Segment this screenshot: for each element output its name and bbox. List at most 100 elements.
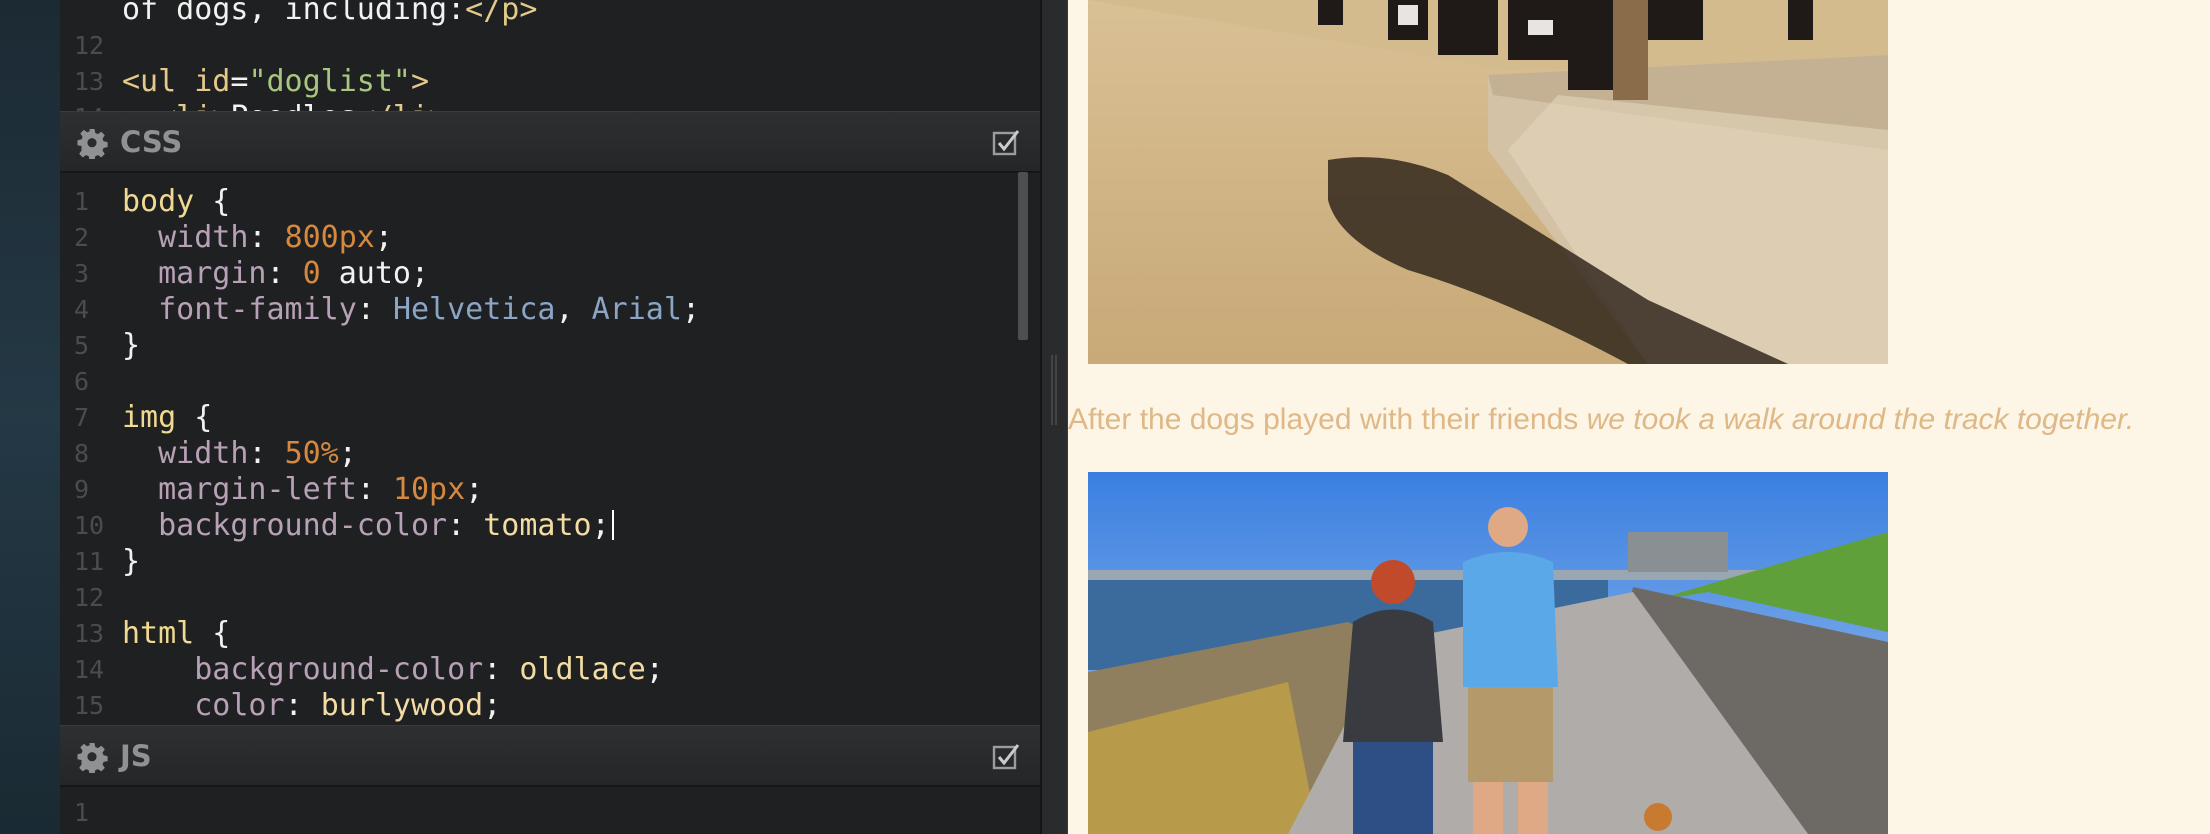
code-token: body xyxy=(122,184,195,219)
code-token: auto; xyxy=(320,256,430,291)
code-token: : xyxy=(284,688,321,723)
code-token: : xyxy=(266,256,303,291)
checkbox-icon[interactable] xyxy=(992,129,1020,157)
couple-walking-photo xyxy=(1088,472,1888,834)
code-token: : xyxy=(447,508,484,543)
resize-grip-icon[interactable] xyxy=(1051,355,1057,425)
code-text: <ul id="doglist"> xyxy=(122,64,429,100)
code-token: } xyxy=(122,544,141,579)
code-token: : xyxy=(248,220,285,255)
code-text: img { xyxy=(122,400,212,436)
code-token: img xyxy=(122,400,177,435)
line-number: 6 xyxy=(74,367,90,396)
code-line[interactable]: 11} xyxy=(60,544,1040,580)
code-text: html { xyxy=(122,616,230,652)
line-number: 12 xyxy=(74,31,105,60)
code-token: tomato xyxy=(483,508,592,543)
code-text: body { xyxy=(122,184,230,220)
code-token: : xyxy=(483,652,520,687)
code-line[interactable]: 12 xyxy=(60,580,1040,616)
dogs-photo xyxy=(1088,0,1888,364)
code-text: background-color: oldlace; xyxy=(122,652,664,688)
code-token: : xyxy=(356,292,393,327)
code-token: 50% xyxy=(284,436,339,471)
code-text: } xyxy=(122,544,140,580)
code-line[interactable]: of dogs, including:</p> xyxy=(60,0,1040,28)
code-line[interactable]: 8 width: 50%; xyxy=(60,436,1040,472)
code-text: } xyxy=(122,328,140,364)
line-number: 1 xyxy=(74,798,90,827)
code-line[interactable]: 14 background-color: oldlace; xyxy=(60,652,1040,688)
code-line[interactable]: 10 background-color: tomato; xyxy=(60,508,1040,544)
code-text: width: 800px; xyxy=(122,220,393,256)
code-line[interactable]: 7 img { xyxy=(60,400,1040,436)
code-token: margin xyxy=(122,256,267,291)
code-token: , xyxy=(555,292,592,327)
code-token: <ul xyxy=(122,64,195,99)
code-line[interactable]: 5} xyxy=(60,328,1040,364)
code-token: = xyxy=(230,64,249,99)
code-token: ; xyxy=(645,652,664,687)
code-token: 10px xyxy=(392,472,466,507)
desktop-background xyxy=(0,0,60,834)
css-panel-title: CSS xyxy=(120,125,183,159)
code-line[interactable]: 3 margin: 0 auto; xyxy=(60,256,1040,292)
css-code-area[interactable]: 1 body {2 width: 800px; 3 margin: 0 auto; 4… xyxy=(60,184,1040,724)
code-line[interactable]: 13 html { xyxy=(60,616,1040,652)
code-line[interactable]: 13 <ul id="doglist"> xyxy=(60,64,1040,100)
code-token: font-family xyxy=(122,292,357,327)
code-token: burlywood xyxy=(320,688,484,723)
code-token: 800px xyxy=(284,220,375,255)
js-panel-header: JS xyxy=(60,725,1040,787)
code-text: of dogs, including:</p> xyxy=(122,0,537,28)
code-token: { xyxy=(176,400,213,435)
code-text: font-family: Helvetica, Arial; xyxy=(122,292,700,328)
code-token: id xyxy=(194,64,231,99)
code-line[interactable]: 1 xyxy=(60,795,1040,831)
code-token: background-color xyxy=(122,652,484,687)
css-panel-header: CSS xyxy=(60,111,1040,173)
js-panel-title: JS xyxy=(120,739,152,773)
code-text: width: 50%; xyxy=(122,436,357,472)
code-editor: of dogs, including:</p> 12 13 <ul id="dogli… xyxy=(60,0,1040,834)
code-token: { xyxy=(194,616,231,651)
code-token: </p> xyxy=(465,0,538,27)
code-token: oldlace xyxy=(519,652,646,687)
code-token: "doglist" xyxy=(248,64,411,99)
code-token: 0 xyxy=(302,256,321,291)
code-line[interactable]: 4 font-family: Helvetica, Arial; xyxy=(60,292,1040,328)
code-token: : xyxy=(248,436,285,471)
code-line[interactable]: 2 width: 800px; xyxy=(60,220,1040,256)
caption-emphasis-text: we took a walk around the track together… xyxy=(1586,403,2135,436)
text-cursor xyxy=(611,510,614,540)
gear-icon[interactable] xyxy=(76,741,108,773)
code-text: background-color: tomato; xyxy=(122,508,614,544)
caption-plain-text: After the dogs played with their friends xyxy=(1068,403,1587,436)
code-token: ; xyxy=(591,508,610,543)
line-number: 12 xyxy=(74,583,105,612)
code-line[interactable]: 1 body { xyxy=(60,184,1040,220)
code-token: margin-left xyxy=(122,472,357,507)
code-text: color: burlywood; xyxy=(122,688,501,724)
code-token: Arial xyxy=(591,292,682,327)
code-token: ; xyxy=(338,436,357,471)
code-token: of dogs, including: xyxy=(122,0,466,27)
code-token: width xyxy=(122,436,249,471)
code-token: ; xyxy=(374,220,393,255)
code-token: width xyxy=(122,220,249,255)
gear-icon[interactable] xyxy=(76,127,108,159)
code-token: ; xyxy=(483,688,502,723)
code-line[interactable]: 6 xyxy=(60,364,1040,400)
code-line[interactable]: 15 color: burlywood; xyxy=(60,688,1040,724)
code-token: > xyxy=(411,64,430,99)
checkbox-icon[interactable] xyxy=(992,743,1020,771)
preview-caption: After the dogs played with their friends… xyxy=(1068,398,2210,442)
code-line[interactable]: 12 xyxy=(60,28,1040,64)
code-token: color xyxy=(122,688,285,723)
code-token: Helvetica xyxy=(392,292,556,327)
html-code-area[interactable]: of dogs, including:</p> 12 13 <ul id="dogli… xyxy=(60,0,1040,135)
css-scrollbar[interactable] xyxy=(1018,172,1028,340)
js-code-area[interactable]: 1 xyxy=(60,798,1040,834)
code-token: ; xyxy=(681,292,700,327)
code-line[interactable]: 9 margin-left: 10px; xyxy=(60,472,1040,508)
